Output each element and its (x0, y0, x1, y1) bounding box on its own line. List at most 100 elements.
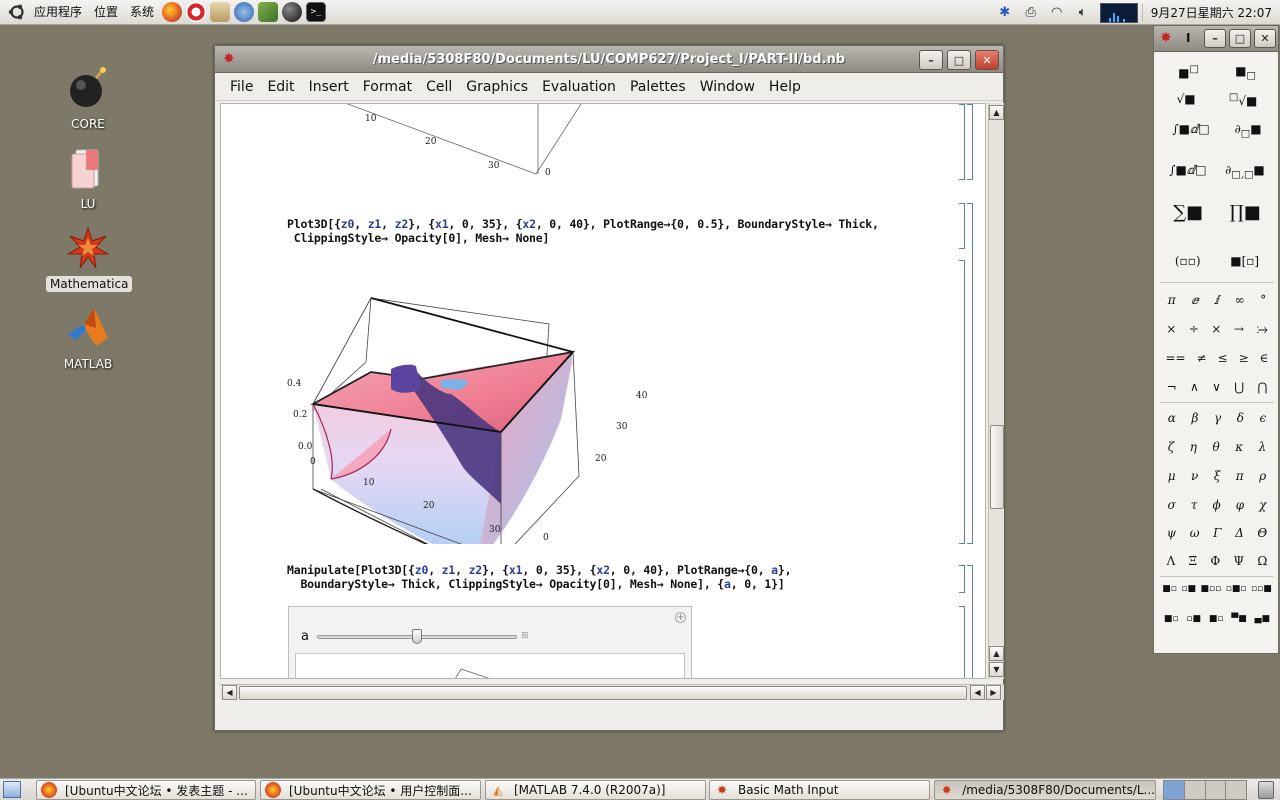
infinity-symbol-button[interactable]: ∞ (1235, 293, 1245, 307)
task-button[interactable]: [Ubuntu中文论坛 • 发表主题 - ... (36, 780, 256, 800)
derivative-template-button[interactable]: ∂□■ (1235, 122, 1262, 139)
template-button[interactable]: ▫▫■ (1251, 584, 1272, 594)
clock[interactable]: 9月27日星期六 22:07 (1141, 4, 1280, 21)
vertical-scrollbar-thumb[interactable] (990, 425, 1004, 509)
trash-icon[interactable] (1258, 781, 1274, 799)
template-button[interactable]: ▫■ (1186, 614, 1201, 624)
mixed-derivative-template-button[interactable]: ∂□,□■ (1225, 163, 1265, 180)
i-symbol-button[interactable]: ⅈ (1214, 293, 1219, 307)
cell-bracket[interactable] (967, 565, 973, 678)
notebook-titlebar[interactable]: ✸ /media/5308F80/Documents/LU/COMP627/Pr… (215, 46, 1003, 73)
volume-icon[interactable]: 🔈︎ (1073, 3, 1093, 23)
greek-symbol-button[interactable]: ψ (1167, 526, 1176, 540)
greek-symbol-button[interactable]: σ (1168, 498, 1176, 512)
greek-symbol-button[interactable]: κ (1235, 440, 1243, 454)
workspace-4[interactable] (1226, 781, 1246, 799)
product-template-button[interactable]: ∏■ (1229, 202, 1260, 223)
and-symbol-button[interactable]: ∧ (1190, 380, 1199, 394)
greek-symbol-button[interactable]: ρ (1259, 469, 1266, 483)
greek-symbol-button[interactable]: λ (1259, 440, 1267, 454)
greek-symbol-button[interactable]: ζ (1168, 440, 1175, 454)
greek-symbol-button[interactable]: Ψ (1234, 554, 1245, 568)
mathematica-icon[interactable]: ✸ (223, 51, 239, 67)
greek-symbol-button[interactable]: β (1191, 411, 1198, 425)
rule-delayed-symbol-button[interactable]: ⧴ (1256, 322, 1267, 337)
template-button[interactable]: ■▫▫ (1201, 584, 1222, 594)
task-button[interactable]: [Ubuntu中文论坛 • 用户控制面... (260, 780, 481, 800)
firefox-launcher-icon[interactable] (162, 2, 183, 22)
places-menu[interactable]: 位置 (88, 0, 124, 25)
times-symbol-button[interactable]: × (1166, 322, 1176, 337)
integral-template-button[interactable]: ∫■ⅆ□ (1172, 122, 1209, 139)
menu-format[interactable]: Format (356, 79, 419, 95)
cell-bracket[interactable] (959, 203, 965, 249)
mail-launcher-icon[interactable] (234, 2, 255, 22)
horizontal-scrollbar-thumb[interactable] (239, 686, 967, 700)
help-lifebuoy-icon[interactable] (186, 2, 207, 22)
template-button[interactable]: ▫■ (1181, 584, 1196, 594)
vertical-scrollbar[interactable]: ▲ ▲ ▼ (988, 103, 1004, 679)
workspace-switcher[interactable] (1163, 780, 1247, 800)
manipulate-graphic-area[interactable] (295, 653, 685, 678)
pi-symbol-button[interactable]: π (1168, 293, 1176, 307)
power-template-button[interactable]: ■□ (1178, 64, 1199, 81)
not-equal-symbol-button[interactable]: ≠ (1197, 351, 1207, 365)
divide-symbol-button[interactable]: ÷ (1189, 322, 1199, 337)
greek-symbol-button[interactable]: Δ (1235, 526, 1244, 540)
terminal-launcher-icon[interactable]: >_ (306, 2, 327, 22)
greek-symbol-button[interactable]: Γ (1213, 526, 1221, 540)
greek-symbol-button[interactable]: Ξ (1189, 554, 1197, 568)
bluetooth-icon[interactable]: ✱ (995, 3, 1015, 23)
menu-palettes[interactable]: Palettes (623, 79, 693, 95)
greek-symbol-button[interactable]: ω (1190, 526, 1200, 540)
menu-cell[interactable]: Cell (419, 79, 459, 95)
matrix-template-button[interactable]: (▫▫) (1175, 254, 1201, 268)
scroll-left-button[interactable]: ◀ (970, 685, 985, 700)
greek-symbol-button[interactable]: ν (1191, 469, 1198, 483)
minimize-button[interactable]: – (919, 50, 943, 70)
input-cell-manipulate[interactable]: Manipulate[Plot3D[{z0, z1, z2}, {x1, 0, … (287, 563, 792, 591)
greek-symbol-button[interactable]: Λ (1167, 554, 1176, 568)
previous-plot-fragment[interactable] (301, 104, 621, 184)
sum-template-button[interactable]: ∑■ (1173, 202, 1203, 223)
maximize-button[interactable]: □ (1229, 29, 1251, 48)
workspace-3[interactable] (1206, 781, 1227, 799)
horizontal-scrollbar[interactable]: ◀ ◀ ▶ (220, 684, 1004, 700)
minimize-button[interactable]: – (1204, 29, 1226, 48)
degree-symbol-button[interactable]: ° (1260, 293, 1266, 307)
system-monitor-graph[interactable] (1099, 2, 1138, 23)
root-template-button[interactable]: □√■ (1229, 92, 1257, 108)
greek-symbol-button[interactable]: ϵ (1259, 411, 1266, 425)
greek-symbol-button[interactable]: α (1168, 411, 1176, 425)
mathematica-icon[interactable]: ✸ (1160, 30, 1172, 46)
menu-file[interactable]: File (223, 79, 260, 95)
cell-bracket[interactable] (959, 565, 965, 593)
show-desktop-icon[interactable] (3, 781, 21, 798)
scroll-up-button[interactable]: ▲ (989, 646, 1004, 661)
wireless-icon[interactable]: ◠ (1047, 3, 1067, 23)
or-symbol-button[interactable]: ∨ (1212, 380, 1221, 394)
rule-symbol-button[interactable]: → (1234, 322, 1244, 337)
greek-symbol-button[interactable]: δ (1237, 411, 1244, 425)
applications-menu[interactable]: 应用程序 (28, 0, 88, 25)
definite-integral-template-button[interactable]: ∫■ⅆ□ (1169, 163, 1206, 180)
greek-symbol-button[interactable]: φ (1236, 498, 1244, 512)
task-button[interactable]: ◭ [MATLAB 7.4.0 (R2007a)] (485, 780, 706, 800)
greek-symbol-button[interactable]: Φ (1210, 554, 1220, 568)
template-button[interactable]: ■▫ (1209, 614, 1224, 624)
grid-template-button[interactable]: ■[▫] (1230, 254, 1259, 268)
plot3d-graphic[interactable] (291, 254, 671, 544)
greek-symbol-button[interactable]: ξ (1214, 469, 1221, 483)
greek-symbol-button[interactable]: χ (1259, 498, 1266, 512)
element-symbol-button[interactable]: ∈ (1260, 351, 1269, 365)
greek-symbol-button[interactable]: ϕ (1212, 498, 1220, 512)
not-symbol-button[interactable]: ¬ (1167, 380, 1177, 394)
template-button[interactable]: ▄■ (1255, 614, 1270, 624)
template-button[interactable]: ■▫ (1164, 614, 1179, 624)
desktop-icon-core[interactable]: CORE (46, 66, 130, 132)
desktop-icon-matlab[interactable]: MATLAB (46, 306, 130, 372)
greek-symbol-button[interactable]: π (1236, 469, 1244, 483)
input-cell-plot3d[interactable]: Plot3D[{z0, z1, z2}, {x1, 0, 35}, {x2, 0… (287, 217, 879, 245)
template-button[interactable]: ▫■▫ (1226, 584, 1247, 594)
system-menu[interactable]: 系统 (124, 0, 160, 25)
